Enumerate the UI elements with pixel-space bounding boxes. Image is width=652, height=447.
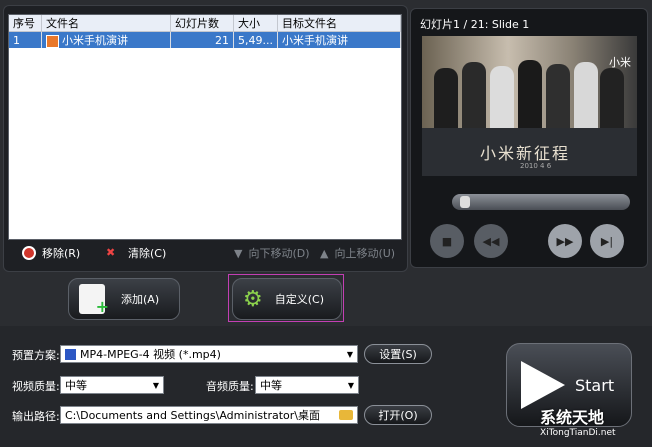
output-path-field[interactable]: C:\Documents and Settings\Administrator\… (60, 406, 358, 424)
rewind-icon: ◀◀ (482, 234, 500, 248)
list-toolbar: 移除(R) ✖ 清除(C) ▼ 向下移动(D) ▲ 向上移动(U) (8, 241, 400, 267)
move-down-button[interactable]: ▼ 向下移动(D) (234, 245, 310, 261)
remove-label: 移除(R) (42, 247, 81, 260)
skip-end-icon: ▶| (600, 234, 614, 248)
folder-icon[interactable] (339, 410, 353, 420)
chevron-down-icon: ▼ (347, 380, 354, 390)
col-index[interactable]: 序号 (9, 15, 42, 32)
stop-button[interactable]: ■ (430, 224, 464, 258)
row-file: 小米手机演讲 (41, 31, 171, 48)
col-file[interactable]: 文件名 (41, 15, 171, 32)
clear-button[interactable]: ✖ 清除(C) (106, 245, 166, 261)
custom-button[interactable]: ⚙ 自定义(C) (232, 278, 342, 320)
remove-button[interactable]: 移除(R) (22, 245, 80, 261)
add-button[interactable]: + 添加(A) (68, 278, 180, 320)
people-silhouettes (434, 58, 624, 128)
last-button[interactable]: ▶| (590, 224, 624, 258)
slide-brand: 小米 (609, 56, 631, 69)
arrow-down-icon: ▼ (234, 246, 243, 260)
preset-label: 预置方案: (12, 349, 60, 362)
watermark: 系统天地 XiTongTianDi.net (540, 404, 648, 444)
audio-quality-select[interactable]: 中等 ▼ (255, 376, 359, 394)
slide-title: 幻灯片1 / 21: Slide 1 (420, 18, 530, 31)
move-up-label: 向上移动(U) (334, 247, 396, 260)
row-size: 5,49... (233, 31, 278, 48)
settings-gear-icon: ⚙ (243, 286, 263, 312)
move-down-label: 向下移动(D) (248, 247, 310, 260)
open-button[interactable]: 打开(O) (364, 405, 432, 425)
prev-button[interactable]: ◀◀ (474, 224, 508, 258)
seek-bar[interactable] (452, 194, 630, 210)
audio-quality-label: 音频质量: (206, 380, 254, 393)
chevron-down-icon: ▼ (346, 349, 353, 359)
add-file-icon: + (79, 284, 109, 316)
preset-select[interactable]: MP4-MPEG-4 视频 (*.mp4) ▼ (60, 345, 358, 363)
clear-label: 清除(C) (128, 247, 167, 260)
col-target[interactable]: 目标文件名 (277, 15, 402, 32)
row-index: 1 (9, 31, 42, 48)
row-slides: 21 (170, 31, 234, 48)
file-list[interactable]: 序号 文件名 幻灯片数 大小 目标文件名 1 小米手机演讲 21 5,49...… (8, 14, 402, 240)
ppt-file-icon (46, 34, 59, 48)
chevron-down-icon: ▼ (152, 380, 159, 390)
add-label: 添加(A) (121, 293, 160, 306)
video-quality-label: 视频质量: (12, 380, 60, 393)
watermark-text: 系统天地 (540, 408, 605, 427)
fast-forward-icon: ▶▶ (556, 234, 574, 248)
slide-caption: 小米新征程 (480, 144, 571, 163)
play-arrow-icon (521, 361, 565, 409)
col-slides[interactable]: 幻灯片数 (170, 15, 234, 32)
settings-button[interactable]: 设置(S) (364, 344, 432, 364)
slide-date: 2010 4 6 (520, 162, 552, 170)
video-format-icon (65, 348, 76, 360)
custom-label: 自定义(C) (274, 293, 324, 306)
row-target: 小米手机演讲 (277, 31, 402, 48)
stop-icon: ■ (441, 234, 453, 248)
col-size[interactable]: 大小 (233, 15, 278, 32)
start-label: Start (575, 375, 615, 395)
output-label: 输出路径: (12, 410, 60, 423)
arrow-up-icon: ▲ (320, 246, 329, 260)
seek-handle[interactable] (460, 196, 470, 208)
video-quality-select[interactable]: 中等 ▼ (60, 376, 164, 394)
next-button[interactable]: ▶▶ (548, 224, 582, 258)
watermark-url: XiTongTianDi.net (540, 428, 616, 438)
remove-icon (22, 246, 36, 260)
clear-icon: ✖ (106, 246, 116, 259)
move-up-button[interactable]: ▲ 向上移动(U) (320, 245, 395, 261)
table-row[interactable]: 1 小米手机演讲 21 5,49... 小米手机演讲 (9, 31, 402, 48)
slide-preview: 小米 小米新征程 2010 4 6 (422, 36, 637, 176)
